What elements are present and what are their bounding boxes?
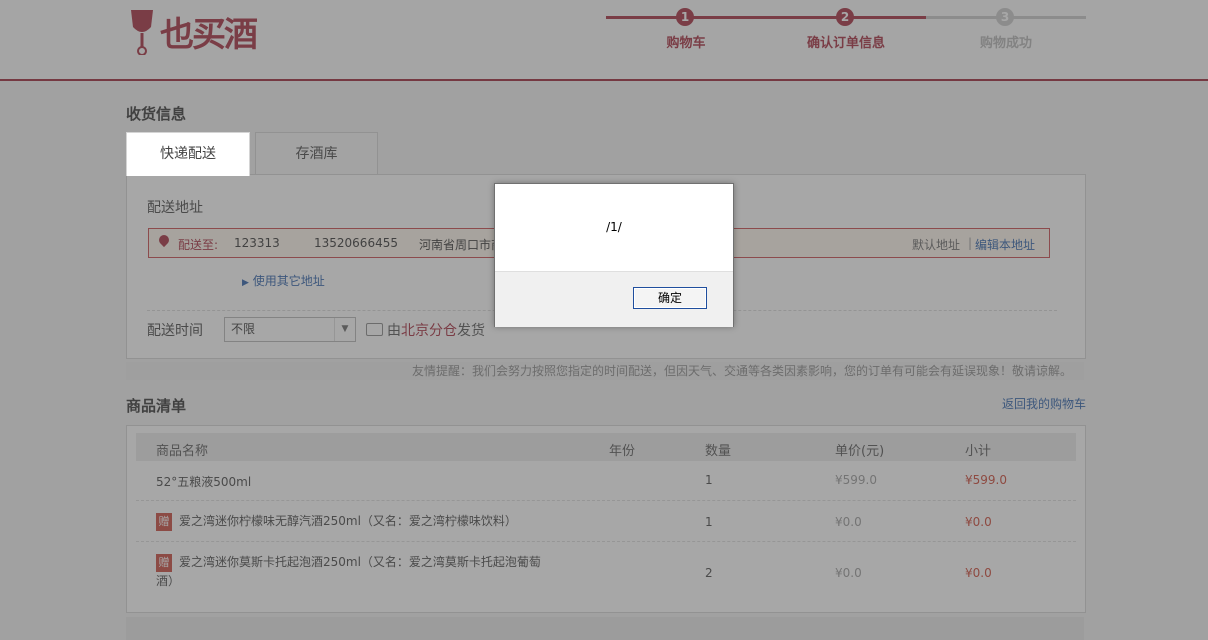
alert-footer: 确定	[495, 271, 733, 327]
ok-button[interactable]: 确定	[633, 287, 707, 309]
tab-express-delivery[interactable]: 快递配送	[126, 132, 250, 176]
alert-dialog: /1/ 确定	[494, 183, 734, 327]
alert-message: /1/	[606, 220, 622, 234]
